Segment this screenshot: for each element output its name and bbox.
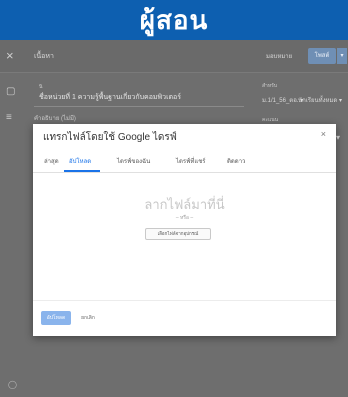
tab-my-drive[interactable]: ไดรฟ์ของฉัน [117, 156, 150, 166]
students-select[interactable]: นักเรียนทั้งหมด ▾ [298, 95, 342, 105]
drop-zone-title: ลากไฟล์มาที่นี่ [144, 197, 225, 212]
screen: ผู้สอน × เนื้อหา มอบหมาย โพสต์ ▾ ▢ ≡ นิ … [0, 0, 348, 397]
circle-icon: ◯ [8, 380, 17, 389]
banner-title: ผู้สอน [139, 4, 209, 35]
tab-recent[interactable]: ล่าสุด [44, 156, 59, 166]
banner: ผู้สอน [0, 0, 348, 40]
tab-starred[interactable]: ติดดาว [227, 156, 245, 166]
close-icon[interactable]: × [6, 48, 14, 63]
dialog-footer: อัปโหลด ยกเลิก [33, 300, 336, 337]
tab-shared-drives[interactable]: ไดรฟ์ที่แชร์ [176, 156, 206, 166]
assignment-icon: ▢ [6, 86, 16, 97]
editor-toolbar: × เนื้อหา มอบหมาย โพสต์ ▾ [0, 40, 348, 73]
upload-button[interactable]: อัปโหลด [41, 311, 71, 325]
title-field-value: ชื่อหน่วยที่ 1 ความรู้พื้นฐานเกี่ยวกับคอ… [39, 94, 181, 101]
assign-button[interactable]: โพสต์ [308, 48, 336, 64]
cancel-button[interactable]: ยกเลิก [75, 311, 101, 325]
active-tab-indicator [64, 170, 100, 172]
editor-label: เนื้อหา [34, 53, 54, 60]
points-label: คะแนน [262, 117, 279, 123]
description-field[interactable]: คำอธิบาย (ไม่มี) [34, 113, 76, 123]
select-file-button[interactable]: เลือกไฟล์จากอุปกรณ์ [145, 228, 211, 240]
description-icon: ≡ [6, 112, 12, 123]
title-field[interactable]: นิ ชื่อหน่วยที่ 1 ความรู้พื้นฐานเกี่ยวกั… [34, 80, 244, 107]
dialog-title: แทรกไฟล์โดยใช้ Google ไดรฟ์ [43, 132, 177, 143]
chevron-down-icon[interactable]: ▾ [336, 133, 340, 142]
for-label: สำหรับ [262, 83, 278, 89]
assign-dropdown-icon[interactable]: ▾ [337, 48, 347, 64]
tab-upload[interactable]: อัปโหลด [69, 156, 91, 166]
close-icon[interactable]: × [321, 129, 326, 139]
class-select[interactable]: ม.1/1_56_ตอ. ▾ [262, 95, 303, 105]
drop-zone-or: – หรือ – [175, 215, 194, 221]
drive-picker-dialog: แทรกไฟล์โดยใช้ Google ไดรฟ์ × ล่าสุด อัป… [33, 124, 336, 336]
assign-option[interactable]: มอบหมาย [266, 51, 292, 61]
title-field-label: นิ [39, 84, 43, 90]
dialog-tabs: ล่าสุด อัปโหลด ไดรฟ์ของฉัน ไดรฟ์ที่แชร์ … [33, 150, 336, 173]
